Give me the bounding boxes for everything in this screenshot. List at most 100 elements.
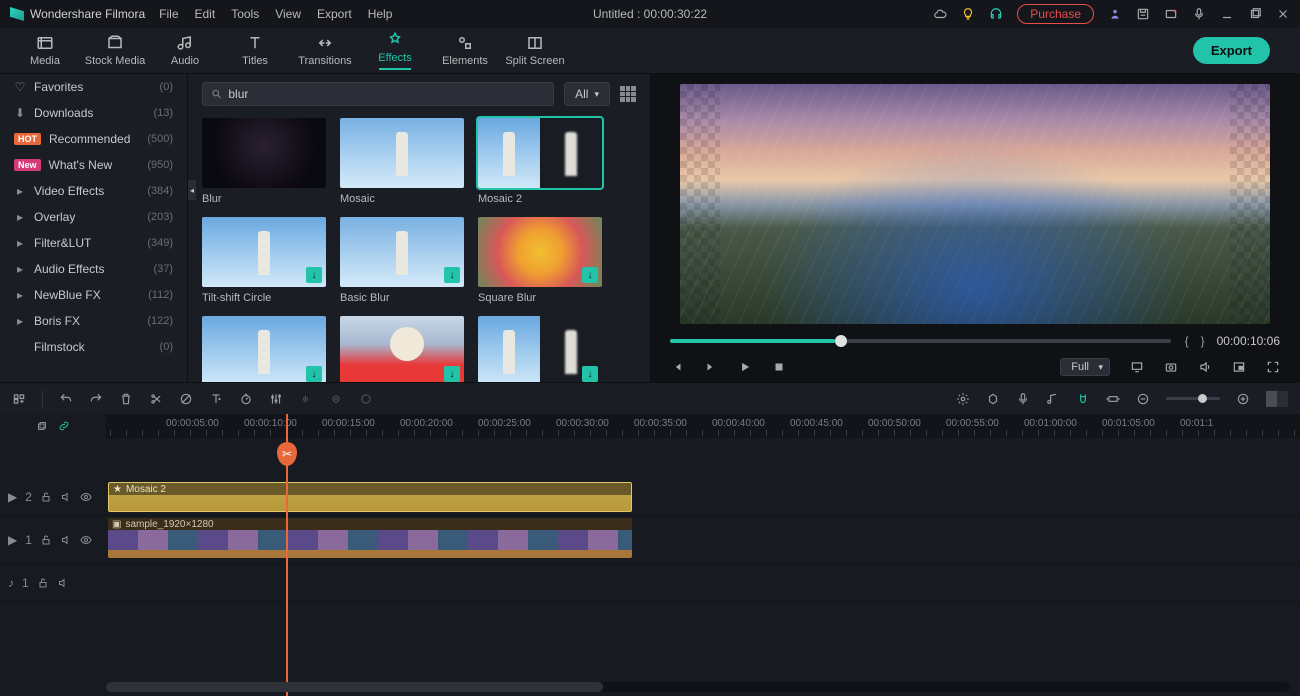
- sidebar-item-audio-effects[interactable]: ▸Audio Effects(37): [0, 256, 187, 282]
- tab-media[interactable]: Media: [10, 34, 80, 67]
- tab-titles[interactable]: Titles: [220, 34, 290, 67]
- snap-icon[interactable]: [1076, 392, 1090, 406]
- color-icon[interactable]: [359, 392, 373, 406]
- fullscreen-icon[interactable]: [1266, 360, 1280, 374]
- tab-stock-media[interactable]: Stock Media: [80, 34, 150, 67]
- tab-transitions[interactable]: Transitions: [290, 34, 360, 67]
- display-icon[interactable]: [1130, 360, 1144, 374]
- download-badge-icon[interactable]: ↓: [306, 267, 322, 283]
- adjust-icon[interactable]: [269, 392, 283, 406]
- menu-help[interactable]: Help: [368, 7, 393, 21]
- menu-edit[interactable]: Edit: [195, 7, 216, 21]
- pip-icon[interactable]: [1232, 360, 1246, 374]
- support-headset-icon[interactable]: [989, 7, 1003, 21]
- scrub-thumb[interactable]: [835, 335, 847, 347]
- mute-icon[interactable]: [60, 491, 72, 503]
- sidebar-item-filter-lut[interactable]: ▸Filter&LUT(349): [0, 230, 187, 256]
- fit-zoom-icon[interactable]: [1266, 391, 1288, 407]
- sidebar-item-favorites[interactable]: ♡Favorites(0): [0, 74, 187, 100]
- render-icon[interactable]: [956, 392, 970, 406]
- effect-item-Mosaic[interactable]: Mosaic: [340, 118, 464, 205]
- sidebar-item-newblue-fx[interactable]: ▸NewBlue FX(112): [0, 282, 187, 308]
- visibility-icon[interactable]: [80, 491, 92, 503]
- playhead[interactable]: ✂: [286, 414, 288, 696]
- effect-item-Blur[interactable]: Blur: [202, 118, 326, 205]
- clip-effect-mosaic2[interactable]: ★Mosaic 2: [108, 482, 632, 512]
- track-play-icon[interactable]: ▶: [8, 490, 17, 504]
- tab-effects[interactable]: Effects: [360, 31, 430, 70]
- text-icon[interactable]: [209, 392, 223, 406]
- prev-frame-icon[interactable]: [670, 360, 684, 374]
- effect-item-Basic Blur[interactable]: ↓Basic Blur: [340, 217, 464, 304]
- mute-icon[interactable]: [60, 534, 72, 546]
- stop-icon[interactable]: [772, 360, 786, 374]
- download-badge-icon[interactable]: ↓: [582, 366, 598, 382]
- effect-item-Mosaic 2[interactable]: Mosaic 2: [478, 118, 602, 205]
- filter-dropdown[interactable]: All▾: [564, 82, 610, 106]
- sidebar-item-video-effects[interactable]: ▸Video Effects(384): [0, 178, 187, 204]
- download-badge-icon[interactable]: ↓: [582, 267, 598, 283]
- duplicate-icon[interactable]: [36, 420, 48, 432]
- audio-wave-icon[interactable]: [299, 392, 313, 406]
- cloud-icon[interactable]: [933, 7, 947, 21]
- quality-dropdown[interactable]: Full: [1060, 358, 1110, 376]
- volume-icon[interactable]: [1198, 360, 1212, 374]
- effect-item-6[interactable]: ↓: [202, 316, 326, 382]
- lock-icon[interactable]: [40, 491, 52, 503]
- mark-in-icon[interactable]: {: [1185, 334, 1189, 348]
- maximize-icon[interactable]: [1248, 7, 1262, 21]
- preview-canvas[interactable]: [650, 74, 1300, 330]
- visibility-icon[interactable]: [80, 534, 92, 546]
- lock-icon[interactable]: [37, 577, 49, 589]
- minimize-icon[interactable]: [1220, 7, 1234, 21]
- ripple-icon[interactable]: [1106, 392, 1120, 406]
- zoom-out-icon[interactable]: [1136, 392, 1150, 406]
- effect-item-Tilt-shift Circle[interactable]: ↓Tilt-shift Circle: [202, 217, 326, 304]
- menu-file[interactable]: File: [159, 7, 178, 21]
- search-input[interactable]: [228, 87, 545, 101]
- record-mic-icon[interactable]: [1016, 392, 1030, 406]
- sidebar-item-filmstock[interactable]: Filmstock(0): [0, 334, 187, 360]
- keyframe-icon[interactable]: [329, 392, 343, 406]
- lock-icon[interactable]: [40, 534, 52, 546]
- delete-icon[interactable]: [119, 392, 133, 406]
- mic-icon[interactable]: [1192, 7, 1206, 21]
- download-badge-icon[interactable]: ↓: [444, 366, 460, 382]
- sidebar-item-downloads[interactable]: ⬇Downloads(13): [0, 100, 187, 126]
- tips-bulb-icon[interactable]: [961, 7, 975, 21]
- tab-split-screen[interactable]: Split Screen: [500, 34, 570, 67]
- speed-icon[interactable]: [239, 392, 253, 406]
- sidebar-item-boris-fx[interactable]: ▸Boris FX(122): [0, 308, 187, 334]
- menu-view[interactable]: View: [275, 7, 301, 21]
- play-icon[interactable]: [738, 360, 752, 374]
- marker-icon[interactable]: [986, 392, 1000, 406]
- sidebar-item-whats-new[interactable]: NewWhat's New(950): [0, 152, 187, 178]
- split-icon[interactable]: [149, 392, 163, 406]
- mixer-icon[interactable]: [1046, 392, 1060, 406]
- search-box[interactable]: [202, 82, 554, 106]
- timeline-hscroll[interactable]: [106, 682, 1290, 692]
- undo-icon[interactable]: [59, 392, 73, 406]
- snapshot-icon[interactable]: [1164, 360, 1178, 374]
- effect-item-Square Blur[interactable]: ↓Square Blur: [478, 217, 602, 304]
- sidebar-collapse-handle[interactable]: ◂: [188, 180, 196, 200]
- clip-video-sample[interactable]: ▣sample_1920×1280: [108, 518, 632, 558]
- next-frame-icon[interactable]: [704, 360, 718, 374]
- close-icon[interactable]: [1276, 7, 1290, 21]
- save-icon[interactable]: [1136, 7, 1150, 21]
- view-grid-toggle[interactable]: [620, 86, 636, 102]
- menu-tools[interactable]: Tools: [231, 7, 259, 21]
- export-button[interactable]: Export: [1193, 37, 1270, 64]
- purchase-button[interactable]: Purchase: [1017, 4, 1094, 24]
- redo-icon[interactable]: [89, 392, 103, 406]
- effect-item-7[interactable]: ↓: [340, 316, 464, 382]
- track-play-icon[interactable]: ▶: [8, 533, 17, 547]
- tab-elements[interactable]: Elements: [430, 34, 500, 67]
- sidebar-item-recommended[interactable]: HOTRecommended(500): [0, 126, 187, 152]
- crop-icon[interactable]: [179, 392, 193, 406]
- mark-out-icon[interactable]: }: [1201, 334, 1205, 348]
- tab-audio[interactable]: Audio: [150, 34, 220, 67]
- download-badge-icon[interactable]: ↓: [306, 366, 322, 382]
- add-track-icon[interactable]: [12, 392, 26, 406]
- link-icon[interactable]: [58, 420, 70, 432]
